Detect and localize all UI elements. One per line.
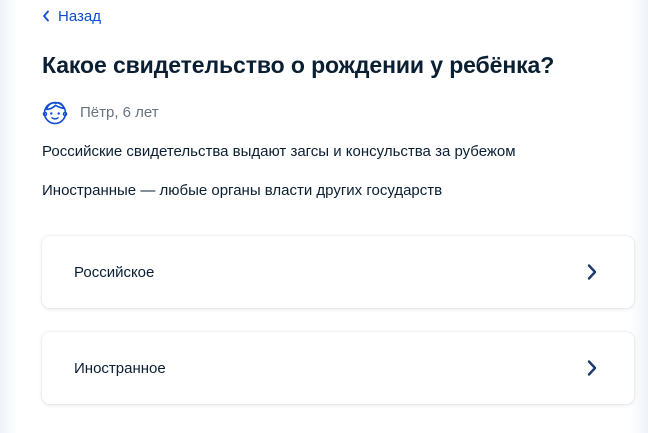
- back-link-label: Назад: [58, 7, 101, 25]
- hint-foreign: Иностранные — любые органы власти других…: [42, 182, 443, 199]
- hint-russian: Российские свидетельства выдают загсы и …: [42, 143, 516, 160]
- chevron-left-icon: [42, 10, 50, 22]
- chevron-right-icon: [586, 263, 598, 281]
- child-name: Пётр, 6 лет: [80, 103, 159, 121]
- page: Назад Какое свидетельство о рождении у р…: [0, 0, 648, 433]
- chevron-right-icon: [586, 359, 598, 377]
- option-russian-label: Российское: [74, 263, 155, 281]
- option-foreign-label: Иностранное: [74, 359, 166, 377]
- option-russian[interactable]: Российское: [42, 236, 634, 308]
- page-title: Какое свидетельство о рождении у ребёнка…: [42, 52, 555, 78]
- child-avatar-icon: [42, 99, 68, 125]
- back-link[interactable]: Назад: [42, 6, 101, 26]
- option-foreign[interactable]: Иностранное: [42, 332, 634, 404]
- child-info: Пётр, 6 лет: [42, 98, 159, 126]
